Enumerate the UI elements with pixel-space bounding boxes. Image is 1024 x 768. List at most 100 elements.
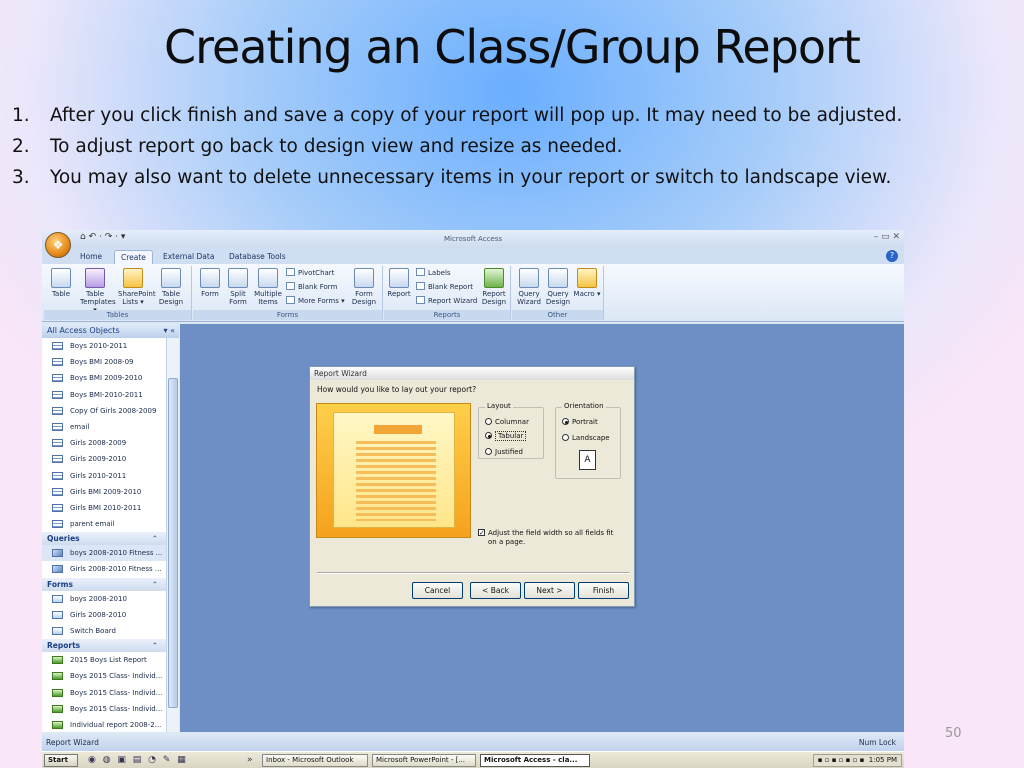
table-button[interactable]: Table [46, 268, 76, 298]
split-form-button[interactable]: Split Form [223, 268, 253, 306]
table-icon [52, 503, 63, 512]
nav-report-item[interactable]: Boys 2015 Class- Individ... [42, 668, 166, 684]
table-templates-button[interactable]: Table Templates ▾ [80, 268, 116, 314]
pivotchart-icon [286, 268, 295, 276]
macro-button[interactable]: Macro ▾ [572, 268, 602, 298]
collapse-icon[interactable]: ⌃ [152, 578, 158, 591]
help-icon[interactable]: ? [886, 250, 898, 262]
nav-section-forms[interactable]: Forms ⌃ [42, 577, 166, 591]
quick-launch-overflow-icon[interactable]: » [247, 755, 255, 765]
taskbar-access-button[interactable]: Microsoft Access - cla... [480, 754, 590, 767]
nav-table-item[interactable]: Girls BMI 2009-2010 [42, 484, 166, 500]
start-button[interactable]: Start [44, 754, 78, 767]
finish-button[interactable]: Finish [578, 582, 629, 599]
form-button[interactable]: Form [195, 268, 225, 298]
form-design-button[interactable]: Form Design [349, 268, 379, 306]
nav-header[interactable]: All Access Objects ▾ « [42, 324, 179, 338]
layout-group: Layout Columnar Tabular Justified [478, 402, 544, 459]
office-button[interactable]: ❖ [45, 232, 71, 258]
next-button[interactable]: Next > [524, 582, 575, 599]
layout-justified-radio[interactable]: Justified [485, 448, 523, 456]
taskbar-outlook-button[interactable]: Inbox - Microsoft Outlook [262, 754, 368, 767]
quick-launch-icons[interactable]: ◉ ◍ ▣ ▤ ◔ ✎ ▦ [88, 755, 188, 765]
nav-report-item[interactable]: 2015 Boys List Report [42, 652, 166, 668]
nav-table-item[interactable]: Girls 2009-2010 [42, 451, 166, 467]
sharepoint-lists-button[interactable]: SharePoint Lists ▾ [118, 268, 156, 306]
tab-external-data[interactable]: External Data [157, 250, 220, 264]
table-icon [52, 487, 63, 496]
nav-report-item[interactable]: Boys 2015 Class- Individ... [42, 701, 166, 717]
report-wizard-dialog: Report Wizard How would you like to lay … [309, 366, 635, 607]
table-icon [52, 406, 63, 415]
group-label-reports: Reports [384, 310, 510, 320]
nav-table-item[interactable]: Girls 2008-2009 [42, 435, 166, 451]
back-button[interactable]: < Back [470, 582, 521, 599]
group-label-forms: Forms [193, 310, 382, 320]
portrait-page-icon: A [579, 450, 596, 470]
group-other: Query Wizard Query Design Macro ▾ Other [512, 266, 604, 320]
tab-home[interactable]: Home [74, 250, 108, 264]
group-reports: Report Labels Blank Report Report Wizard… [384, 266, 511, 320]
more-forms-button[interactable]: More Forms ▾ [286, 296, 345, 305]
nav-form-item[interactable]: Girls 2008-2010 [42, 607, 166, 623]
window-controls[interactable]: – ▭ ✕ [874, 232, 900, 242]
labels-button[interactable]: Labels [416, 268, 451, 277]
report-icon [52, 720, 63, 729]
table-design-button[interactable]: Table Design [156, 268, 186, 306]
slide-title: Creating an Class/Group Report [164, 20, 861, 74]
checkbox-check-icon: ✓ [478, 529, 485, 537]
query-icon [52, 549, 63, 558]
point-1: 1. After you click finish and save a copy… [12, 105, 903, 126]
nav-scrollbar[interactable] [166, 338, 179, 732]
form-icon [52, 594, 63, 603]
nav-report-item[interactable]: Boys 2015 Class- Individ... [42, 685, 166, 701]
nav-table-item[interactable]: Girls 2010-2011 [42, 468, 166, 484]
nav-section-queries[interactable]: Queries ⌃ [42, 532, 166, 546]
nav-table-item[interactable]: Boys BMI 2008-09 [42, 354, 166, 370]
nav-table-item[interactable]: email [42, 419, 166, 435]
adjust-field-width-checkbox[interactable]: ✓ Adjust the field width so all fields fi… [478, 529, 618, 547]
nav-table-item[interactable]: Boys 2010-2011 [42, 338, 166, 354]
slide-page-number: 50 [945, 726, 962, 741]
blank-report-button[interactable]: Blank Report [416, 282, 473, 291]
layout-columnar-radio[interactable]: Columnar [485, 418, 529, 426]
nav-table-item[interactable]: Boys BMI-2010-2011 [42, 387, 166, 403]
taskbar-powerpoint-button[interactable]: Microsoft PowerPoint - [... [372, 754, 476, 767]
tab-create[interactable]: Create [114, 250, 153, 264]
report-button[interactable]: Report [384, 268, 414, 298]
tray-icons[interactable]: ▪ ▫ ▪ ▫ ▪ ▫ ▪ [818, 756, 865, 764]
nav-query-item[interactable]: Girls 2008-2010 Fitness ... [42, 561, 166, 577]
orientation-landscape-radio[interactable]: Landscape [562, 434, 610, 442]
table-icon [52, 422, 63, 431]
nav-table-item[interactable]: Boys BMI 2009-2010 [42, 370, 166, 386]
nav-scroll-thumb[interactable] [168, 378, 178, 708]
blank-form-button[interactable]: Blank Form [286, 282, 337, 291]
nav-table-item[interactable]: Girls BMI 2010-2011 [42, 500, 166, 516]
system-tray: ▪ ▫ ▪ ▫ ▪ ▫ ▪ 1:05 PM [812, 754, 902, 767]
cancel-button[interactable]: Cancel [412, 582, 463, 599]
nav-section-reports[interactable]: Reports ⌃ [42, 639, 166, 653]
dialog-divider [317, 572, 629, 574]
layout-tabular-radio[interactable]: Tabular [485, 431, 527, 441]
nav-table-item[interactable]: Copy Of Girls 2008-2009 [42, 403, 166, 419]
report-design-button[interactable]: Report Design [479, 268, 509, 306]
nav-report-item[interactable]: Individual report 2008-2... [42, 717, 166, 733]
table-icon [51, 268, 71, 288]
labels-icon [416, 268, 425, 276]
query-wizard-button[interactable]: Query Wizard [514, 268, 544, 306]
nav-query-item[interactable]: boys 2008-2010 Fitness ... [42, 545, 166, 562]
query-design-button[interactable]: Query Design [543, 268, 573, 306]
table-icon [52, 439, 63, 448]
pivotchart-button[interactable]: PivotChart [286, 268, 334, 277]
tab-database-tools[interactable]: Database Tools [223, 250, 292, 264]
multiple-items-button[interactable]: Multiple Items [253, 268, 283, 306]
nav-menu-icon[interactable]: ▾ « [164, 326, 175, 335]
nav-table-item[interactable]: parent email [42, 516, 166, 532]
orientation-portrait-radio[interactable]: Portrait [562, 418, 598, 426]
nav-form-item[interactable]: boys 2008-2010 [42, 591, 166, 607]
collapse-icon[interactable]: ⌃ [152, 639, 158, 652]
collapse-icon[interactable]: ⌃ [152, 532, 158, 545]
report-wizard-button[interactable]: Report Wizard [416, 296, 477, 305]
report-icon [52, 672, 63, 681]
nav-form-item[interactable]: Switch Board [42, 623, 166, 639]
